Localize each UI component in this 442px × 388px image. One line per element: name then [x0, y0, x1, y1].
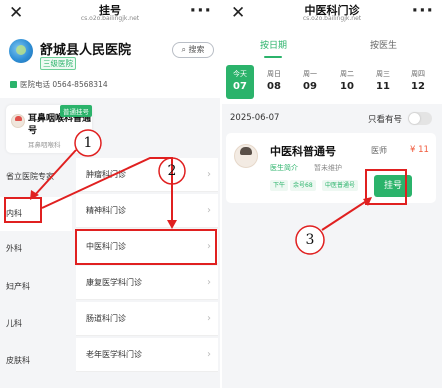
session-chip: 下午: [270, 180, 289, 191]
day-weekday: 周四: [411, 70, 425, 78]
day-item[interactable]: 周四 12: [404, 65, 432, 99]
sub-department-item[interactable]: 肿瘤科门诊 ›: [76, 158, 218, 192]
doctor-intro-label[interactable]: 医生简介: [270, 163, 298, 173]
day-item[interactable]: 周二 10: [333, 65, 361, 99]
phone-number: 0564-8568314: [52, 80, 108, 89]
more-dots-icon[interactable]: ···: [412, 1, 434, 21]
date-picker: 今天 07 周日 08 周一 09 周二 10 周三 11 周四 12: [222, 62, 442, 104]
top-bar: ✕ 中医科门诊 cs.o2o.bailingjk.net ···: [222, 0, 442, 28]
day-weekday: 周日: [267, 70, 281, 78]
top-bar: ✕ 挂号 cs.o2o.bailingjk.net ···: [0, 0, 220, 28]
department-item[interactable]: 妇产科: [0, 270, 72, 304]
phone-label: 医院电话: [20, 80, 50, 89]
department-item[interactable]: 皮肤科: [0, 344, 72, 378]
sub-department-item[interactable]: 精神科门诊 ›: [76, 194, 218, 228]
only-available-label: 只看有号: [368, 115, 403, 125]
sub-department-label: 肠道科门诊: [86, 314, 126, 323]
day-weekday: 周一: [303, 70, 317, 78]
sub-department-label: 老年医学科门诊: [86, 350, 142, 359]
register-button[interactable]: 挂号: [374, 175, 412, 197]
date-filter-row: 2025-06-07 只看有号: [222, 104, 442, 132]
day-date: 11: [376, 81, 390, 92]
phone-icon: [10, 81, 17, 88]
clinic-name: 中医科普通号: [270, 145, 336, 158]
sub-department-label: 康复医学科门诊: [86, 278, 142, 287]
sub-department-item-selected[interactable]: 中医科门诊 ›: [76, 230, 218, 264]
view-tabs: 按日期 按医生: [222, 28, 442, 62]
remaining-chip: 余号68: [290, 180, 316, 191]
page-url: cs.o2o.bailingjk.net: [302, 15, 362, 22]
department-item[interactable]: 外科: [0, 232, 72, 266]
search-button[interactable]: ⌕ 搜索: [172, 42, 214, 58]
day-date: 10: [340, 81, 354, 92]
day-item[interactable]: 周日 08: [260, 65, 288, 99]
only-available-toggle[interactable]: [408, 112, 432, 125]
day-date: 09: [303, 81, 317, 92]
day-weekday: 周二: [340, 70, 354, 78]
chevron-right-icon: ›: [207, 241, 211, 252]
active-tab-indicator: [264, 56, 282, 58]
step-number-1: 1: [83, 135, 93, 151]
chevron-right-icon: ›: [207, 205, 211, 216]
tab-by-doctor[interactable]: 按医生: [370, 38, 397, 51]
more-dots-icon[interactable]: ···: [190, 1, 212, 21]
clinic-card[interactable]: 中医科普通号 医师 ¥ 11 医生简介 暂未维护 下午 余号68 中医普通号 挂…: [226, 133, 436, 203]
sub-department-item[interactable]: 老年医学科门诊 ›: [76, 338, 218, 372]
search-button-label: 搜索: [188, 45, 205, 54]
clinic-type-chip: 中医普通号: [322, 180, 359, 191]
sub-department-item[interactable]: 康复医学科门诊 ›: [76, 266, 218, 300]
page-url: cs.o2o.bailingjk.net: [80, 15, 140, 22]
day-weekday: 周三: [376, 70, 390, 78]
chevron-right-icon: ›: [207, 277, 211, 288]
hospital-level-badge: 三级医院: [40, 57, 76, 70]
sub-department-label: 精神科门诊: [86, 206, 126, 215]
day-date: 07: [233, 81, 247, 92]
chevron-right-icon: ›: [207, 349, 211, 360]
day-today[interactable]: 今天 07: [226, 65, 254, 99]
step-number-2: 2: [167, 163, 177, 179]
day-item[interactable]: 周一 09: [296, 65, 324, 99]
doctor-title: 医师: [371, 146, 387, 155]
step-number-3: 3: [305, 232, 315, 248]
day-date: 12: [411, 81, 425, 92]
department-item[interactable]: 儿科: [0, 307, 72, 341]
day-weekday: 今天: [233, 70, 247, 78]
hospital-name: 舒城县人民医院: [40, 43, 132, 58]
sub-department-label: 肿瘤科门诊: [86, 170, 126, 179]
hospital-logo: [9, 39, 33, 63]
clinic-screen: ✕ 中医科门诊 cs.o2o.bailingjk.net ··· 按日期 按医生…: [222, 0, 442, 388]
department-item[interactable]: 省立医院专家: [0, 160, 72, 194]
chevron-right-icon: ›: [207, 313, 211, 324]
hospital-phone[interactable]: 医院电话 0564-8568314: [10, 79, 108, 90]
department-screen: ✕ 挂号 cs.o2o.bailingjk.net ··· 舒城县人民医院 三级…: [0, 0, 220, 388]
day-date: 08: [267, 81, 281, 92]
doctor-avatar: [234, 144, 258, 168]
chevron-right-icon: ›: [207, 169, 211, 180]
doctor-intro-value: 暂未维护: [314, 164, 342, 172]
hospital-header: 舒城县人民医院 三级医院 ⌕ 搜索 医院电话 0564-8568314: [0, 28, 220, 98]
tab-by-date[interactable]: 按日期: [260, 38, 287, 51]
sub-department-item[interactable]: 肠道科门诊 ›: [76, 302, 218, 336]
doctor-avatar: [11, 114, 25, 128]
sub-department-label: 中医科门诊: [86, 242, 126, 251]
registration-type-badge: 普通挂号: [60, 105, 92, 117]
selected-date: 2025-06-07: [230, 113, 280, 123]
day-item[interactable]: 周三 11: [369, 65, 397, 99]
registration-fee: ¥ 11: [410, 145, 429, 155]
department-item-selected[interactable]: 内科: [0, 197, 72, 231]
recent-registration-dept: 耳鼻咽喉科: [28, 141, 61, 149]
